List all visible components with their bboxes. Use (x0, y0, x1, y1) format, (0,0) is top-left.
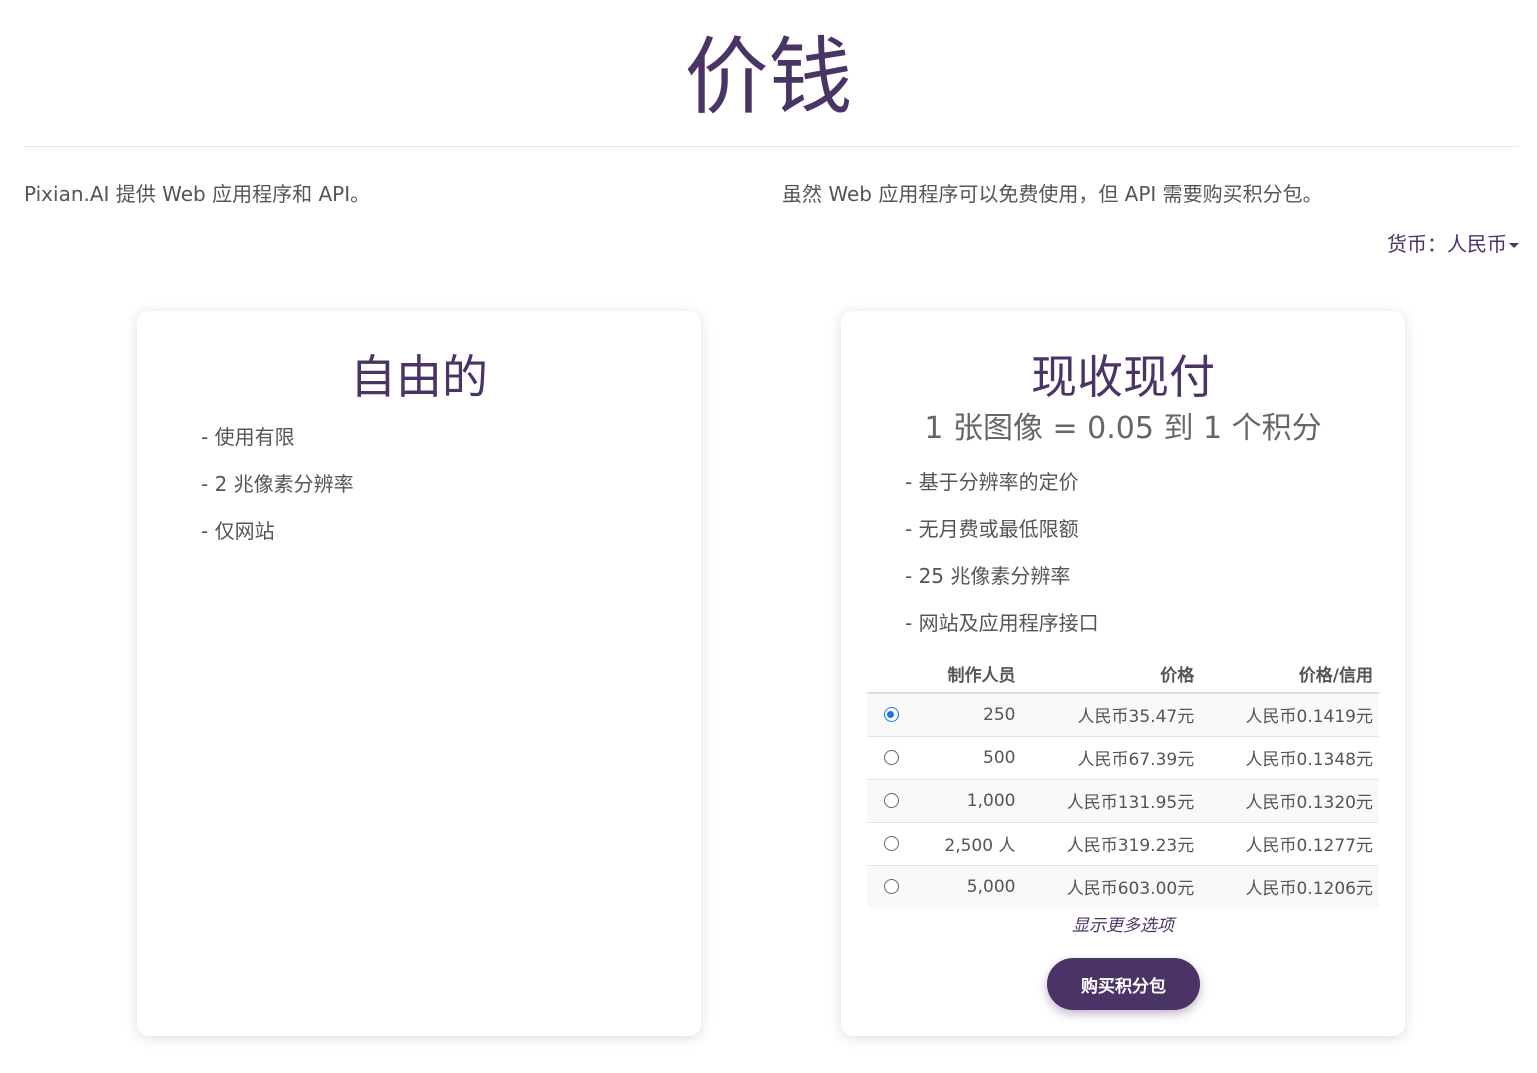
price-cell: 人民币131.95元 (1021, 778, 1201, 822)
feature-item: - 使用有限 (201, 425, 295, 449)
column-header-credits: 制作人员 (915, 655, 1022, 694)
buy-credits-button[interactable]: 购买积分包 (1047, 958, 1200, 1010)
caret-down-icon (1509, 243, 1519, 248)
price-per-credit-cell: 人民币0.1320元 (1200, 778, 1379, 822)
credits-cell: 500 (915, 735, 1022, 779)
price-per-credit-cell: 人民币0.1206元 (1200, 864, 1379, 908)
column-header-price: 价格 (1021, 655, 1201, 694)
price-cell: 人民币319.23元 (1021, 821, 1201, 865)
free-plan-features: - 使用有限 - 2 兆像素分辨率 - 仅网站 (201, 423, 354, 564)
column-header-select (867, 655, 915, 694)
credits-cell: 2,500 人 (915, 821, 1022, 865)
credits-cell: 5,000 (915, 864, 1022, 908)
table-row[interactable]: 2,500 人 人民币319.23元 人民币0.1277元 (867, 821, 1379, 865)
feature-item: - 网站及应用程序接口 (905, 611, 1099, 635)
currency-label: 货币：人民币 (1387, 232, 1507, 256)
pack-radio[interactable] (883, 836, 899, 851)
column-header-price-per-credit: 价格/信用 (1200, 655, 1379, 694)
table-row[interactable]: 5,000 人民币603.00元 人民币0.1206元 (867, 864, 1379, 908)
price-cell: 人民币35.47元 (1021, 693, 1201, 736)
feature-item: - 25 兆像素分辨率 (905, 564, 1071, 588)
feature-item: - 无月费或最低限额 (905, 517, 1079, 541)
price-per-credit-cell: 人民币0.1348元 (1200, 735, 1379, 779)
price-per-credit-cell: 人民币0.1419元 (1200, 693, 1379, 736)
table-row[interactable]: 250 人民币35.47元 人民币0.1419元 (867, 693, 1379, 736)
paid-plan-features: - 基于分辨率的定价 - 无月费或最低限额 - 25 兆像素分辨率 - 网站及应… (905, 468, 1099, 656)
currency-selector[interactable]: 货币：人民币 (1387, 230, 1519, 258)
table-row[interactable]: 500 人民币67.39元 人民币0.1348元 (867, 735, 1379, 779)
credits-cell: 250 (915, 693, 1022, 736)
free-plan-title: 自由的 (350, 350, 488, 404)
paid-plan-title: 现收现付 (1031, 350, 1215, 404)
table-row[interactable]: 1,000 人民币131.95元 人民币0.1320元 (867, 778, 1379, 822)
feature-item: - 仅网站 (201, 519, 275, 543)
price-per-credit-cell: 人民币0.1277元 (1200, 821, 1379, 865)
intro-text-right: 虽然 Web 应用程序可以免费使用，但 API 需要购买积分包。 (782, 182, 1323, 206)
credits-cell: 1,000 (915, 778, 1022, 822)
intro-text-left: Pixian.AI 提供 Web 应用程序和 API。 (24, 182, 371, 206)
feature-item: - 基于分辨率的定价 (905, 470, 1079, 494)
pack-radio[interactable] (883, 750, 899, 765)
table-header-row: 制作人员 价格 价格/信用 (867, 655, 1379, 694)
show-more-options-link[interactable]: 显示更多选项 (841, 911, 1405, 936)
pack-radio[interactable] (883, 793, 899, 808)
paid-plan-card: 现收现付 1 张图像 = 0.05 到 1 个积分 - 基于分辨率的定价 - 无… (841, 311, 1405, 1036)
feature-item: - 2 兆像素分辨率 (201, 472, 354, 496)
paid-plan-subtitle: 1 张图像 = 0.05 到 1 个积分 (924, 411, 1322, 446)
free-plan-card: 自由的 - 使用有限 - 2 兆像素分辨率 - 仅网站 (137, 311, 701, 1036)
pack-radio[interactable] (883, 707, 899, 723)
credit-pack-table: 制作人员 价格 价格/信用 250 人民币35.47元 人民币0.1419元 5… (867, 655, 1379, 908)
pack-radio[interactable] (883, 879, 899, 895)
page-title: 价钱 (684, 28, 853, 126)
price-cell: 人民币603.00元 (1021, 864, 1201, 908)
title-divider (24, 146, 1519, 147)
price-cell: 人民币67.39元 (1021, 735, 1201, 779)
